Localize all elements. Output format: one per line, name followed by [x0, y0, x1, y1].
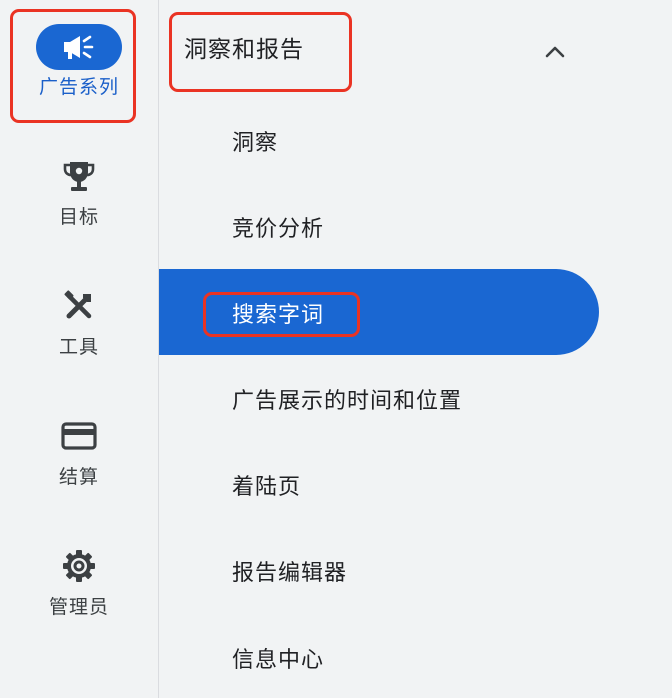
- rail-item-tools[interactable]: 工具: [0, 286, 158, 359]
- megaphone-icon: [64, 35, 94, 59]
- menu-item-landing-pages[interactable]: 着陆页: [232, 469, 301, 501]
- menu-item-when-and-where-ads-showed[interactable]: 广告展示的时间和位置: [232, 383, 462, 415]
- trophy-icon: [63, 162, 95, 191]
- menu-item-search-terms[interactable]: 搜索字词: [232, 297, 324, 329]
- collapse-toggle[interactable]: [540, 40, 570, 64]
- navigation-rail: 广告系列 目标 工具 结算 管理员: [0, 0, 159, 698]
- menu-item-report-editor[interactable]: 报告编辑器: [232, 555, 347, 587]
- rail-item-label: 管理员: [48, 596, 109, 618]
- menu-item-auction-insights[interactable]: 竞价分析: [232, 211, 324, 243]
- rail-item-label: 广告系列: [38, 76, 119, 98]
- rail-item-campaigns[interactable]: 广告系列: [0, 24, 158, 99]
- menu-item-dashboards[interactable]: 信息中心: [232, 642, 324, 674]
- rail-item-label: 结算: [58, 466, 99, 488]
- menu-item-insights[interactable]: 洞察: [232, 125, 278, 157]
- selected-item-background: [159, 269, 599, 355]
- chevron-up-icon: [545, 46, 565, 58]
- rail-item-billing[interactable]: 结算: [0, 416, 158, 489]
- rail-item-label: 目标: [58, 206, 99, 228]
- rail-item-goals[interactable]: 目标: [0, 156, 158, 229]
- rail-item-label: 工具: [58, 336, 99, 358]
- credit-card-icon: [61, 422, 97, 450]
- gear-icon: [63, 550, 95, 582]
- section-header-insights-reports[interactable]: 洞察和报告: [184, 30, 304, 64]
- active-indicator-pill: [36, 24, 122, 70]
- rail-item-admin[interactable]: 管理员: [0, 546, 158, 619]
- tools-icon: [64, 290, 92, 319]
